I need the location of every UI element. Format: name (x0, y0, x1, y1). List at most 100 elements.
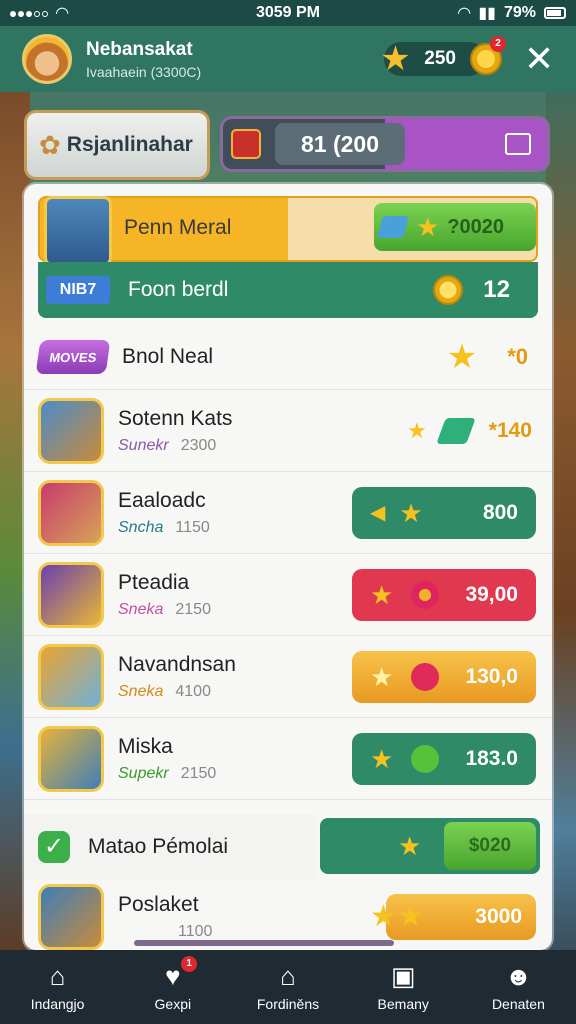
star-icon: ★ (407, 417, 427, 443)
item-icon (38, 479, 104, 546)
item-price: 130,0 (465, 664, 518, 688)
nav-label: Fordiněns (256, 996, 320, 1012)
featured-buy-button[interactable]: ★ ?0020 (374, 203, 536, 251)
battery-icon (544, 7, 566, 19)
box-icon: ▣ (390, 961, 416, 991)
player-name: Nebansakat (86, 38, 193, 60)
item-number: 1100 (178, 923, 213, 940)
item-number: 1150 (175, 518, 210, 536)
moves-pill: MOVES (35, 339, 111, 374)
nav-item-home[interactable]: ⌂ Indangjo (0, 950, 115, 1024)
list-item[interactable]: Navandnsan Sneka 4100 ★ 130,0 (24, 636, 552, 718)
coin-icon (433, 275, 464, 305)
star-icon: ★ (370, 579, 394, 610)
featured-sub-title: Foon berdl (128, 278, 229, 301)
moves-value: *0 (507, 343, 528, 369)
home-icon: ⌂ (49, 961, 66, 991)
house-icon: ⌂ (280, 961, 296, 991)
nav-label: Gexpi (154, 996, 192, 1012)
gem-dot-icon (411, 744, 440, 773)
coin-count: 250 (424, 48, 456, 69)
status-time: 3059 PM (255, 4, 321, 21)
item-number: 2300 (180, 436, 217, 454)
currency-pill[interactable]: ★ 250 2 (380, 36, 506, 76)
item-name: Poslaket (118, 893, 199, 916)
list-item[interactable]: Sotenn Kats Sunekr 2300 ★ *140 (24, 390, 552, 472)
shop-list-card: Penn Meral ★ ?0020 NIB7 Foon berdl 12 MO… (24, 184, 552, 950)
buy-button[interactable]: ★ ★ 3000 (370, 894, 536, 940)
buy-button[interactable]: ★ 39,00 (352, 568, 536, 621)
wifi-icon-right: ◠ (458, 5, 471, 22)
buy-button[interactable]: ◀ ★ 800 (352, 486, 536, 539)
featured-sub-count: 12 (483, 276, 510, 303)
star-icon: ★ (416, 212, 440, 242)
star-icon: ★ (370, 900, 397, 933)
item-name: Sotenn Kats (118, 406, 233, 430)
signal-bars-icon: ▮▮ (478, 5, 496, 22)
header: Nebansakat Ivaahaein (3300C) ★ 250 2 ✕ (0, 26, 576, 92)
list-item[interactable]: Miska Supekr 2150 ★ 183.0 (24, 718, 552, 800)
item-price: 800 (482, 500, 518, 524)
featured-price: ?0020 (447, 215, 505, 238)
edit-icon[interactable] (505, 133, 531, 155)
featured-avatar (44, 196, 112, 266)
nav-item-profile[interactable]: ☻ Denaten (461, 950, 576, 1024)
moves-row[interactable]: MOVES Bnol Neal ★ *0 (24, 324, 552, 390)
item-name: Miska (118, 734, 173, 758)
item-label: Sneka (118, 682, 164, 700)
signal-dots-icon (10, 4, 50, 22)
buy-button[interactable]: ★ 183.0 (352, 732, 536, 785)
nav-item-buildings[interactable]: ⌂ Fordiněns (230, 950, 345, 1024)
item-label: Supekr (118, 764, 169, 782)
item-name: Navandnsan (118, 652, 236, 676)
item-label: Sncha (118, 518, 164, 536)
check-icon: ✓ (38, 831, 70, 863)
scrollbar[interactable] (134, 940, 394, 946)
tab-primary[interactable]: ✿ Rsjanlinahar (24, 110, 210, 180)
status-bar: ◠ 3059 PM ◠ ▮▮ 79% (0, 0, 576, 26)
nav-label: Bemany (377, 996, 429, 1012)
flower-icon: ✿ (39, 129, 61, 160)
item-label: Sneka (118, 600, 164, 618)
horn-icon: ◀ (370, 502, 386, 524)
gem-icon (436, 417, 476, 444)
featured-row[interactable]: Penn Meral ★ ?0020 (38, 196, 538, 266)
item-label: Sunekr (118, 436, 169, 454)
star-icon: ★ (399, 497, 423, 528)
list-item[interactable]: Pteadia Sneka 2150 ★ 39,00 (24, 554, 552, 636)
bundle-title: Matao Pémolai (88, 835, 229, 858)
reward-amount: 81 (200 (275, 123, 405, 165)
top-reward-bar[interactable]: 81 (200 (220, 116, 550, 172)
star-icon: ★ (398, 831, 422, 861)
item-price: 3000 (475, 905, 522, 928)
nav-item-inventory[interactable]: ▣ Bemany (346, 950, 461, 1024)
battery-percent: 79% (503, 4, 536, 21)
item-value: *140 (488, 418, 532, 442)
nav-label: Indangjo (30, 996, 85, 1012)
item-icon (38, 397, 104, 464)
star-icon: ★ (396, 900, 424, 933)
item-name: Eaaloadc (118, 488, 206, 512)
nav-label: Denaten (491, 996, 545, 1012)
buy-button[interactable]: ★ 130,0 (352, 650, 536, 703)
star-icon: ★ (370, 743, 394, 774)
gem-dot-icon (411, 580, 440, 609)
star-icon: ★ (446, 337, 478, 376)
featured-sub-row[interactable]: NIB7 Foon berdl 12 (38, 262, 538, 318)
bundle-row[interactable]: ✓ Matao Pémolai ★ $020 (24, 814, 552, 880)
bottom-nav: ⌂ Indangjo ♥ 1 Gexpi ⌂ Fordiněns ▣ Beman… (0, 950, 576, 1024)
item-icon (38, 884, 104, 950)
bundle-buy-button[interactable]: $020 (444, 822, 536, 870)
notification-badge: 2 (490, 36, 506, 52)
nav-badge: 1 (181, 956, 198, 972)
item-icon (38, 643, 104, 710)
heart-icon: ♥ (165, 961, 181, 991)
player-avatar[interactable] (22, 34, 72, 84)
nav-item-shop[interactable]: ♥ 1 Gexpi (115, 950, 230, 1024)
close-icon[interactable]: ✕ (524, 38, 554, 80)
gift-icon (231, 129, 261, 159)
player-subtitle: Ivaahaein (3300C) (86, 63, 202, 80)
tab-primary-label: Rsjanlinahar (66, 133, 193, 156)
featured-tag: NIB7 (46, 276, 110, 304)
list-item[interactable]: Eaaloadc Sncha 1150 ◀ ★ 800 (24, 472, 552, 554)
